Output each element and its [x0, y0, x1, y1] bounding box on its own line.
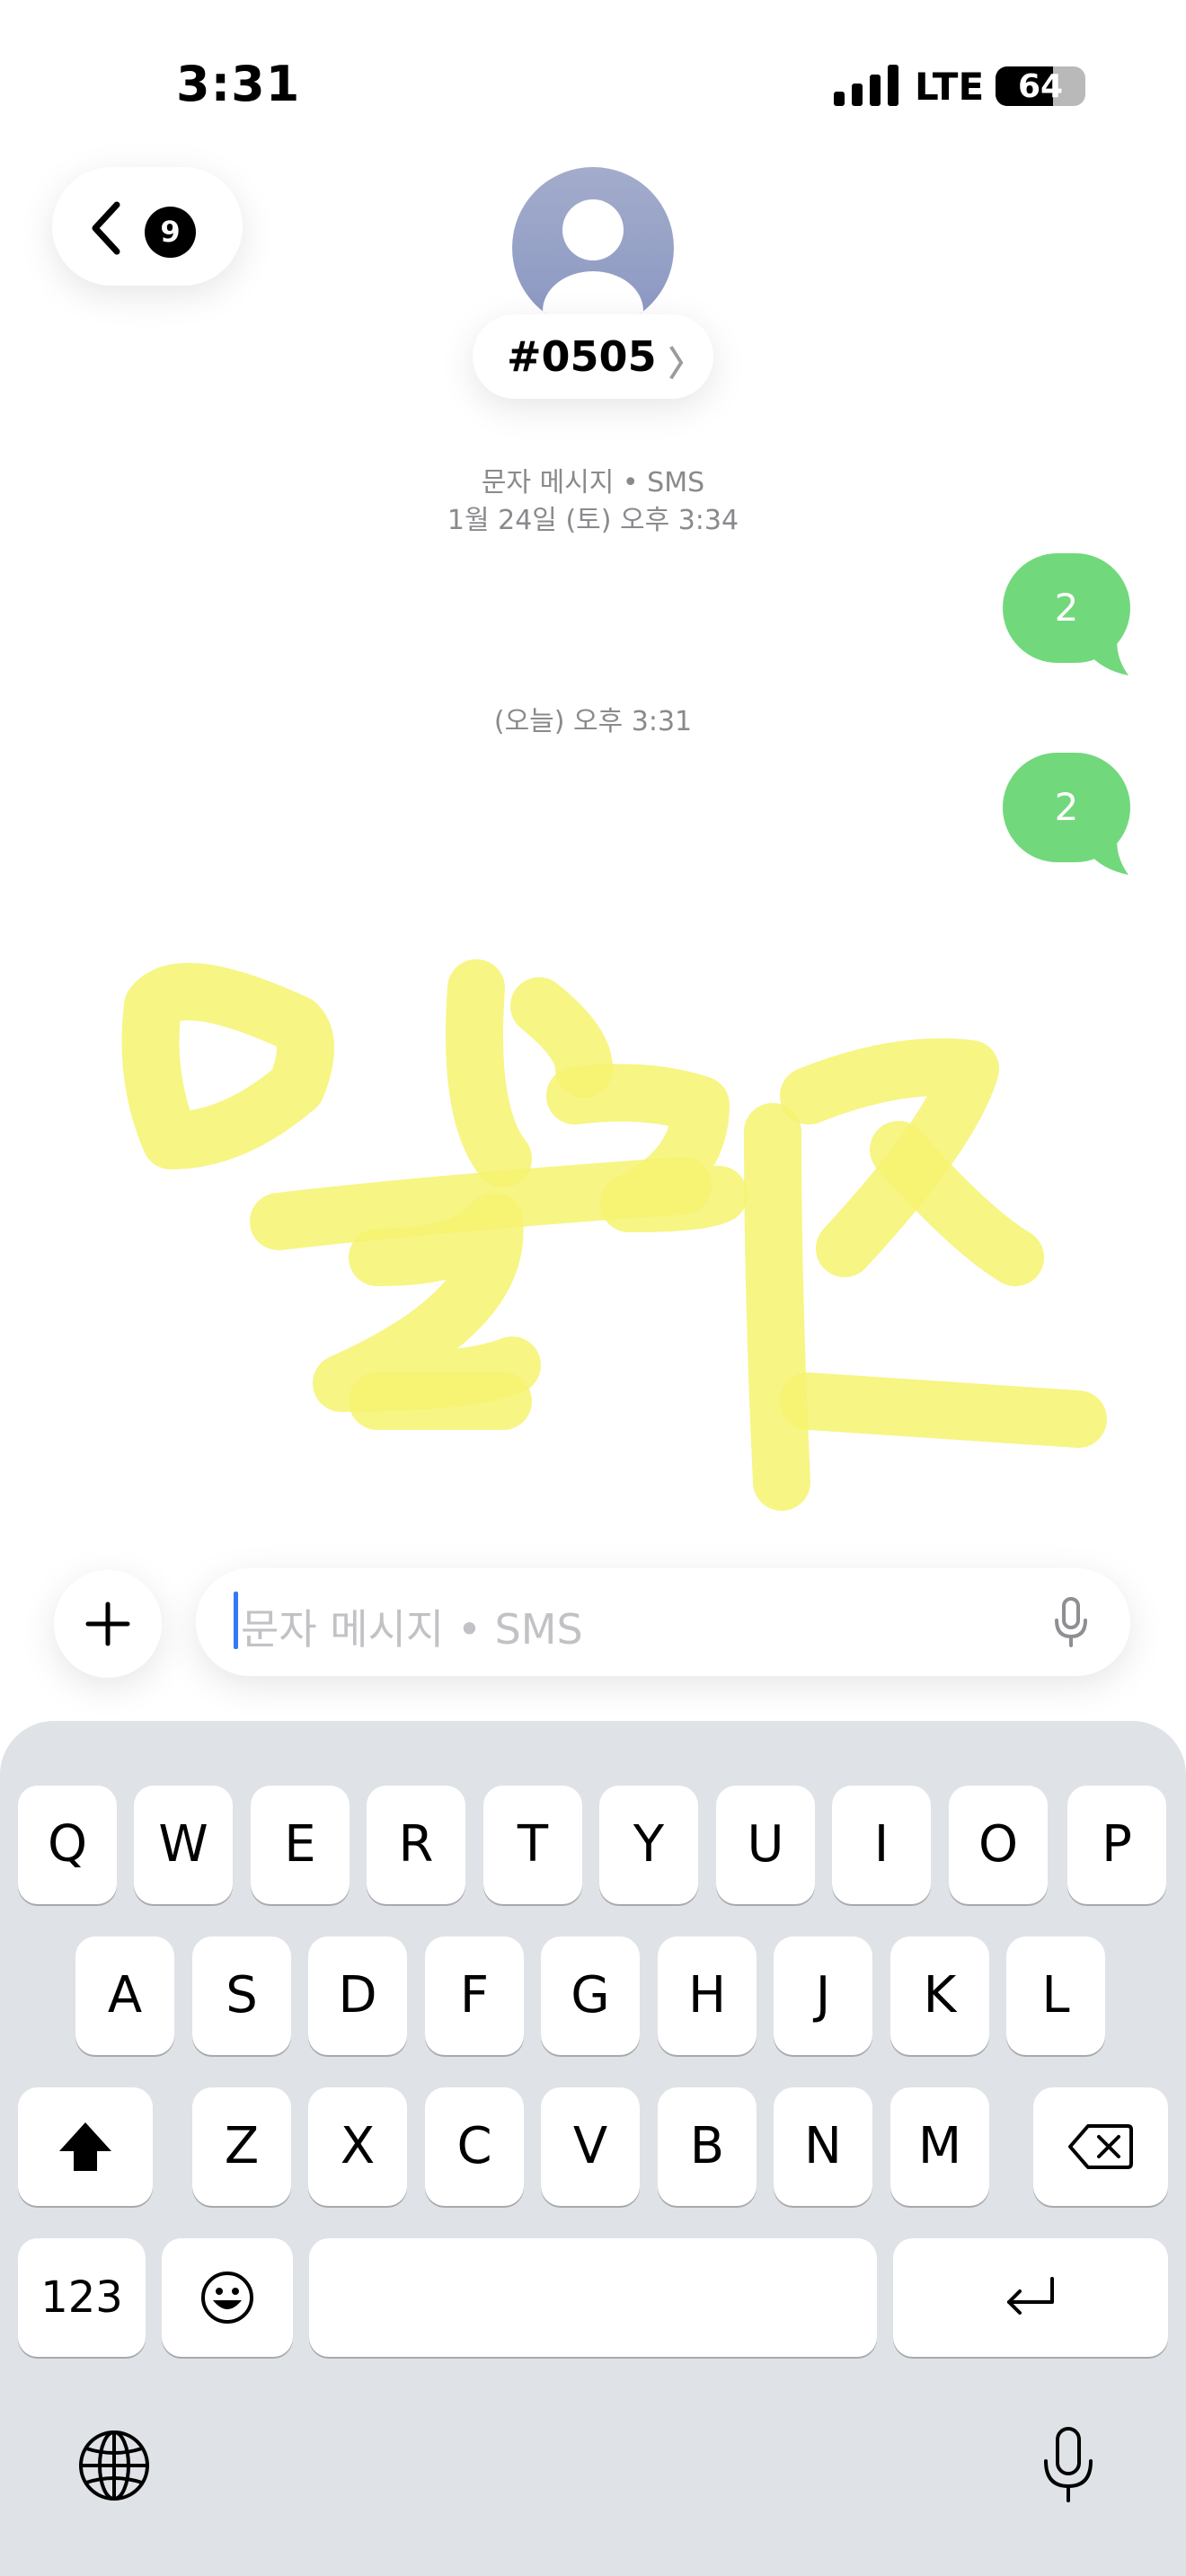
- emoji-key[interactable]: [162, 2238, 293, 2357]
- key-z[interactable]: Z: [192, 2087, 291, 2206]
- bubble-tail: [1087, 634, 1128, 675]
- key-l[interactable]: L: [1006, 1936, 1105, 2055]
- contact-name-button[interactable]: #0505 〉: [473, 314, 713, 399]
- contact-name: #0505: [507, 332, 657, 381]
- numbers-key[interactable]: 123: [18, 2238, 146, 2357]
- key-j[interactable]: J: [774, 1936, 872, 2055]
- key-f[interactable]: F: [425, 1936, 524, 2055]
- shift-key[interactable]: [18, 2087, 153, 2206]
- plus-icon: [85, 1601, 130, 1646]
- key-q[interactable]: Q: [18, 1786, 117, 1904]
- key-r[interactable]: R: [367, 1786, 465, 1904]
- back-button[interactable]: 9: [52, 167, 243, 286]
- key-k[interactable]: K: [890, 1936, 989, 2055]
- emoji-icon: [201, 2272, 253, 2324]
- text-caret: [234, 1592, 238, 1649]
- key-t[interactable]: T: [483, 1786, 582, 1904]
- key-i[interactable]: I: [832, 1786, 931, 1904]
- handwriting-drawing: [121, 959, 1107, 1511]
- key-w[interactable]: W: [134, 1786, 233, 1904]
- battery-cap: [1076, 77, 1084, 95]
- globe-icon[interactable]: [77, 2429, 151, 2502]
- key-u[interactable]: U: [716, 1786, 815, 1904]
- conversation-meta-type: 문자 메시지 • SMS: [481, 467, 705, 498]
- key-m[interactable]: M: [890, 2087, 989, 2206]
- key-y[interactable]: Y: [599, 1786, 698, 1904]
- microphone-icon[interactable]: [1053, 1597, 1089, 1647]
- unread-count-badge: 9: [145, 207, 196, 258]
- network-label: LTE: [915, 65, 985, 109]
- return-key[interactable]: [893, 2238, 1168, 2357]
- key-g[interactable]: G: [541, 1936, 640, 2055]
- dictation-icon[interactable]: [1042, 2425, 1094, 2504]
- key-h[interactable]: H: [658, 1936, 757, 2055]
- key-n[interactable]: N: [774, 2087, 872, 2206]
- key-p[interactable]: P: [1067, 1786, 1166, 1904]
- conversation-meta-date: 1월 24일 (토) 오후 3:34: [447, 505, 739, 536]
- battery-icon: 64: [996, 66, 1085, 106]
- chevron-right-icon: 〉: [668, 344, 704, 384]
- backspace-icon: [1068, 2124, 1133, 2169]
- key-x[interactable]: X: [308, 2087, 407, 2206]
- timestamp: (오늘) 오후 3:31: [493, 706, 693, 737]
- key-a[interactable]: A: [75, 1936, 174, 2055]
- key-b[interactable]: B: [658, 2087, 757, 2206]
- key-e[interactable]: E: [251, 1786, 350, 1904]
- message-input-placeholder: 문자 메시지 • SMS: [241, 1605, 583, 1654]
- status-time: 3:31: [176, 56, 301, 112]
- avatar-icon: [543, 199, 643, 329]
- add-attachment-button[interactable]: [54, 1570, 162, 1678]
- shift-icon: [59, 2122, 111, 2171]
- key-v[interactable]: V: [541, 2087, 640, 2206]
- contact-avatar[interactable]: [512, 167, 674, 329]
- key-d[interactable]: D: [308, 1936, 407, 2055]
- cellular-signal-icon: [834, 65, 898, 106]
- message-input[interactable]: 문자 메시지 • SMS: [196, 1568, 1130, 1676]
- back-chevron-icon: [92, 201, 120, 255]
- key-s[interactable]: S: [192, 1936, 291, 2055]
- return-icon: [1007, 2277, 1054, 2315]
- keyboard: Q W E R T Y U I O P A S D F G H J K L Z …: [0, 1721, 1186, 2576]
- bubble-tail: [1087, 834, 1128, 875]
- space-key[interactable]: [309, 2238, 877, 2357]
- battery-percent: 64: [1017, 68, 1064, 105]
- backspace-key[interactable]: [1033, 2087, 1168, 2206]
- key-c[interactable]: C: [425, 2087, 524, 2206]
- key-o[interactable]: O: [949, 1786, 1048, 1904]
